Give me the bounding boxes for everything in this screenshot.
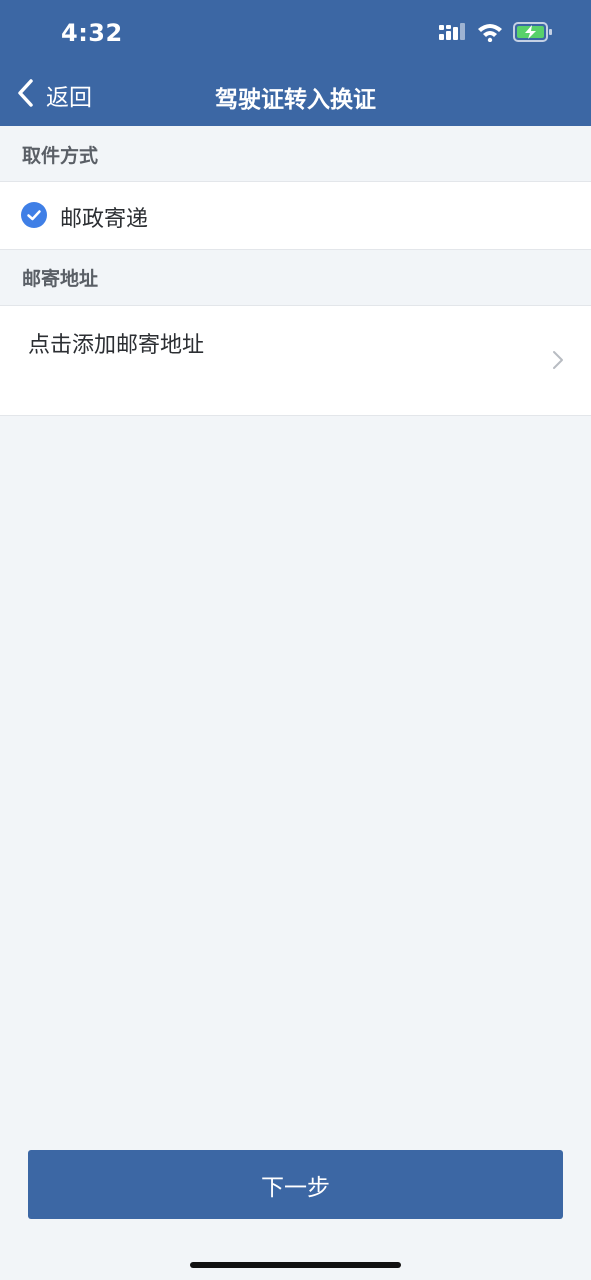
chevron-right-icon bbox=[552, 350, 564, 374]
add-address-label: 点击添加邮寄地址 bbox=[28, 333, 205, 358]
pickup-option-postal[interactable]: 邮政寄递 bbox=[0, 181, 591, 250]
battery-charging-icon bbox=[513, 21, 553, 47]
checkmark-icon bbox=[21, 202, 47, 228]
wifi-icon bbox=[477, 22, 503, 46]
next-button[interactable]: 下一步 bbox=[28, 1150, 563, 1219]
app-header: 4:32 返回 驾驶证转入换证 bbox=[0, 0, 591, 126]
pickup-section-header: 取件方式 bbox=[0, 126, 591, 182]
page-title: 驾驶证转入换证 bbox=[215, 87, 376, 113]
status-time: 4:32 bbox=[61, 19, 123, 47]
status-icons bbox=[439, 22, 553, 46]
add-address-row[interactable]: 点击添加邮寄地址 bbox=[0, 305, 591, 416]
address-section-header: 邮寄地址 bbox=[0, 250, 591, 305]
home-indicator[interactable] bbox=[190, 1262, 401, 1268]
signal-icon bbox=[439, 22, 467, 46]
pickup-option-label: 邮政寄递 bbox=[60, 207, 149, 232]
